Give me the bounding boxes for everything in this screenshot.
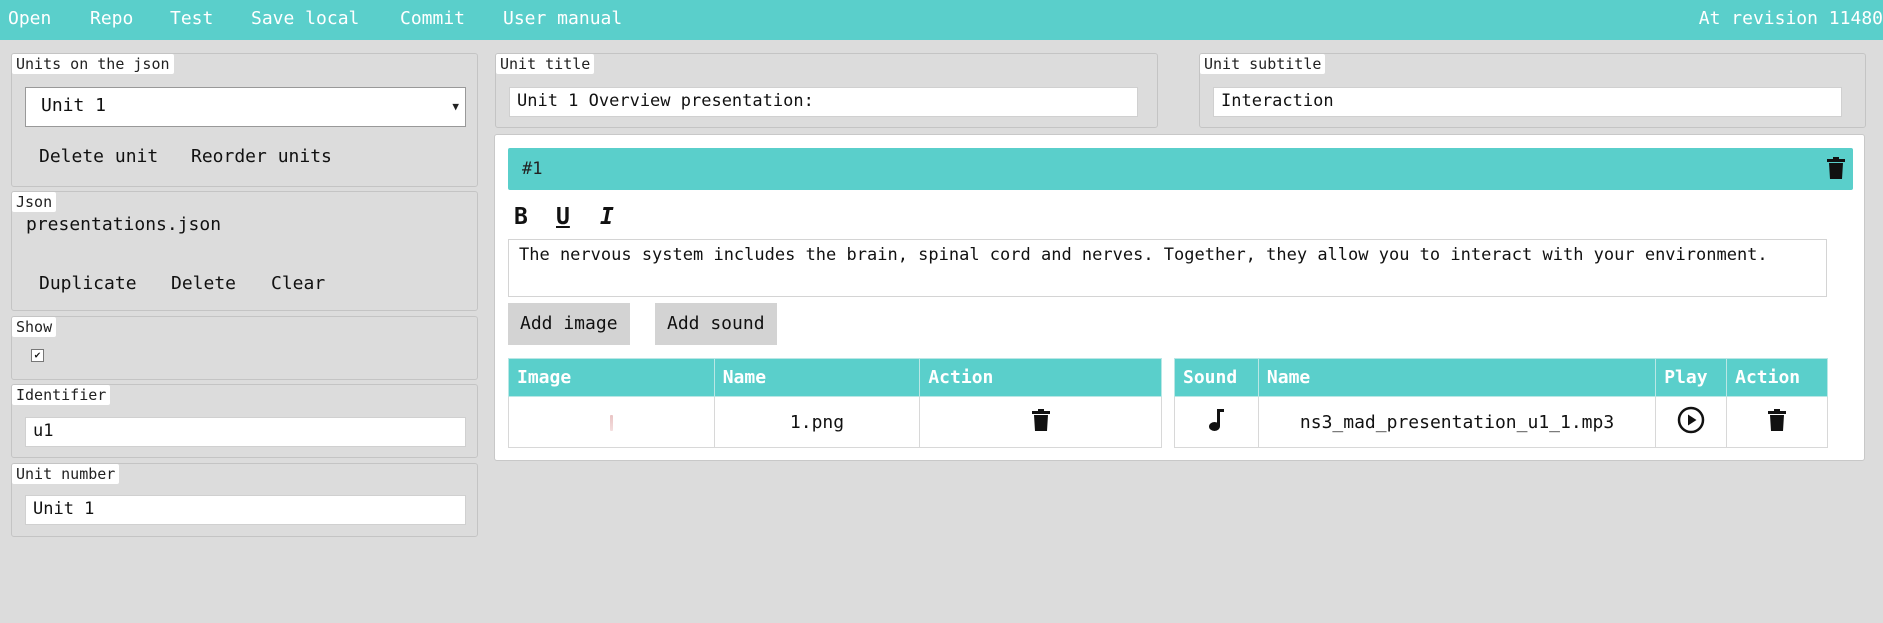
image-cell [508, 396, 715, 448]
item-text-editor[interactable]: The nervous system includes the brain, s… [508, 239, 1827, 297]
clear-button[interactable]: Clear [259, 267, 338, 300]
presentation-item-card: #1 B U I The nervous system includes the… [494, 134, 1865, 461]
unit-number-value: Unit 1 [33, 499, 95, 519]
menu-repo[interactable]: Repo [90, 8, 133, 29]
unit-number-field[interactable]: Unit 1 [25, 495, 466, 525]
unit-select[interactable]: Unit 1 ▼ [25, 87, 466, 127]
image-thumbnail[interactable] [609, 414, 613, 431]
delete-unit-button[interactable]: Delete unit [27, 140, 171, 173]
item-number: #1 [522, 159, 543, 179]
checkmark-icon: ✔ [34, 350, 41, 361]
trash-icon[interactable] [1768, 408, 1787, 436]
identifier-field[interactable]: u1 [25, 417, 466, 447]
column-header-play: Play [1655, 358, 1728, 397]
add-sound-button[interactable]: Add sound [655, 303, 777, 345]
unit-subtitle-field[interactable]: Interaction [1213, 87, 1842, 117]
identifier-panel-legend: Identifier [12, 385, 111, 405]
json-panel: Json presentations.json Duplicate Delete… [11, 191, 478, 311]
duplicate-button[interactable]: Duplicate [27, 267, 149, 300]
play-cell [1655, 396, 1728, 448]
unit-number-panel: Unit number Unit 1 [11, 463, 478, 537]
table-row: ns3_mad_presentation_u1_1.mp3 [1174, 396, 1828, 448]
bold-button[interactable]: B [514, 204, 528, 230]
json-panel-legend: Json [12, 192, 57, 212]
column-header-sound: Sound [1174, 358, 1259, 397]
menu-commit[interactable]: Commit [400, 8, 465, 29]
reorder-units-button[interactable]: Reorder units [179, 140, 344, 173]
underline-button[interactable]: U [556, 204, 570, 230]
delete-json-button[interactable]: Delete [159, 267, 249, 300]
column-header-image: Image [508, 358, 715, 397]
column-header-name: Name [1257, 358, 1657, 397]
revision-label: At revision 11480 [1698, 8, 1883, 29]
item-text: The nervous system includes the brain, s… [519, 245, 1768, 265]
menu-user-manual[interactable]: User manual [503, 8, 622, 29]
table-row: 1.png [508, 396, 1162, 448]
item-header: #1 [508, 148, 1853, 190]
show-checkbox[interactable]: ✔ [31, 349, 44, 362]
unit-title-value: Unit 1 Overview presentation: [517, 91, 814, 111]
unit-subtitle-legend: Unit subtitle [1200, 54, 1326, 74]
units-panel-legend: Units on the json [12, 54, 174, 74]
unit-subtitle-panel: Unit subtitle Interaction [1199, 53, 1866, 128]
column-header-name: Name [713, 358, 921, 397]
show-panel-legend: Show [12, 317, 57, 337]
trash-icon[interactable] [1827, 157, 1845, 184]
units-panel: Units on the json Unit 1 ▼ Delete unit R… [11, 53, 478, 187]
action-cell [1726, 396, 1828, 448]
unit-number-panel-legend: Unit number [12, 464, 120, 484]
unit-subtitle-value: Interaction [1221, 91, 1334, 111]
column-header-action: Action [919, 358, 1162, 397]
identifier-panel: Identifier u1 [11, 384, 478, 458]
action-cell [919, 396, 1162, 448]
music-note-icon [1207, 408, 1225, 437]
dropdown-arrow-icon: ▼ [452, 100, 459, 113]
unit-title-panel: Unit title Unit 1 Overview presentation: [495, 53, 1158, 128]
play-circle-icon[interactable] [1677, 406, 1705, 439]
sound-name: ns3_mad_presentation_u1_1.mp3 [1257, 396, 1657, 448]
json-filename: presentations.json [26, 214, 222, 235]
identifier-value: u1 [33, 421, 54, 441]
add-image-button[interactable]: Add image [508, 303, 630, 345]
column-header-action: Action [1726, 358, 1828, 397]
trash-icon[interactable] [1031, 408, 1050, 436]
unit-title-legend: Unit title [496, 54, 595, 74]
sound-table: Sound Name Play Action ns3_mad_presentat… [1174, 358, 1828, 448]
menu-test[interactable]: Test [170, 8, 213, 29]
unit-title-field[interactable]: Unit 1 Overview presentation: [509, 87, 1138, 117]
sound-cell [1174, 396, 1259, 448]
show-panel: Show [11, 316, 478, 380]
image-table: Image Name Action 1.png [508, 358, 1162, 448]
menu-save-local[interactable]: Save local [251, 8, 359, 29]
unit-select-value: Unit 1 [41, 95, 107, 116]
image-name: 1.png [713, 396, 921, 448]
top-menu-bar: Open Repo Test Save local Commit User ma… [0, 0, 1883, 40]
menu-open[interactable]: Open [8, 8, 51, 29]
italic-button[interactable]: I [600, 204, 614, 230]
